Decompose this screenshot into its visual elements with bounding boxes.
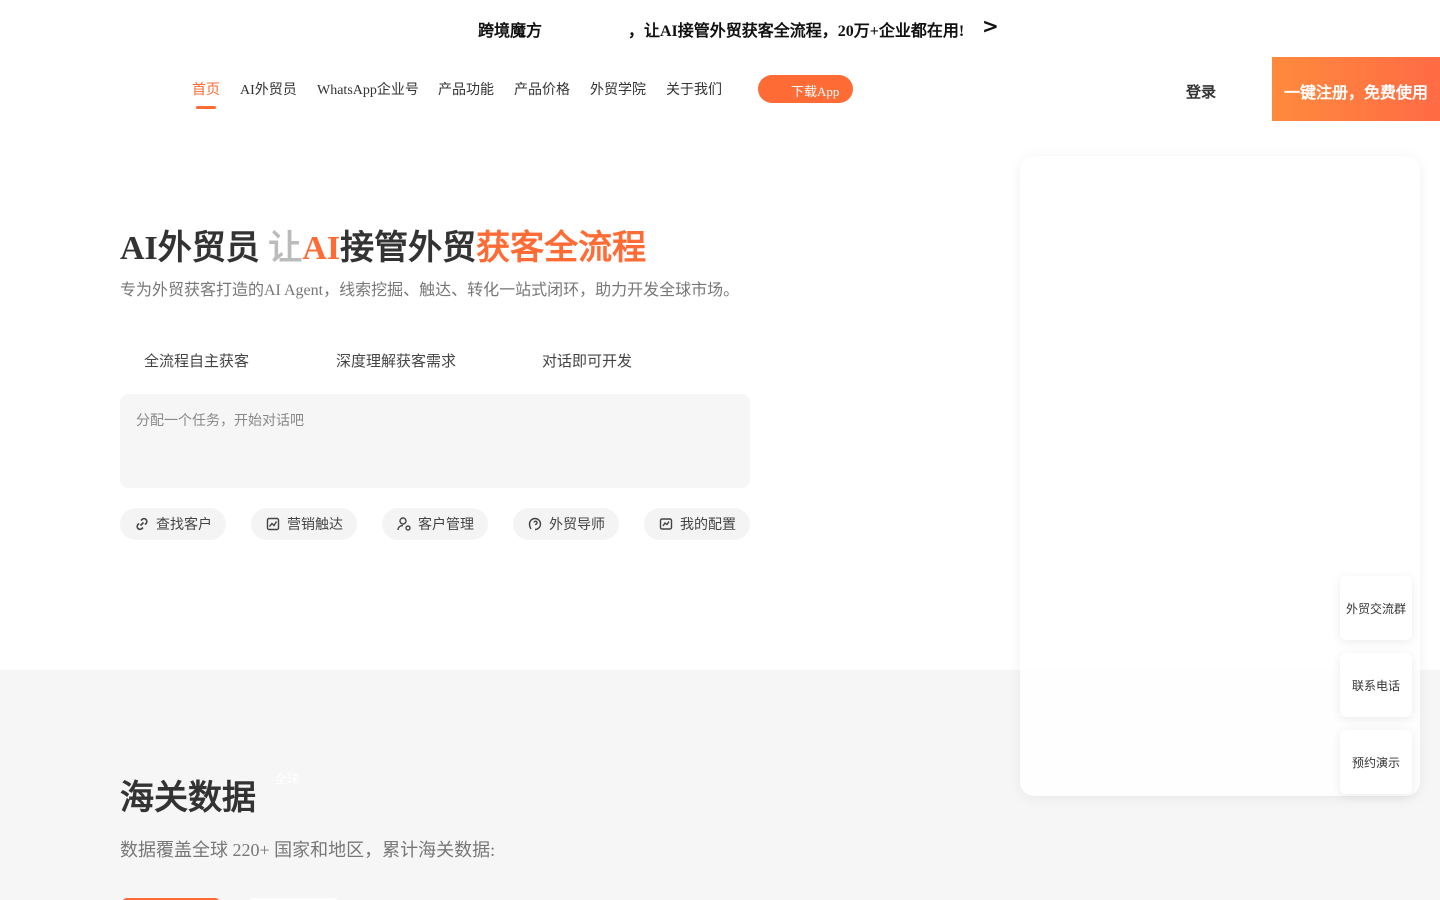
- nav-item-home[interactable]: 首页: [192, 79, 220, 99]
- chip-marketing[interactable]: 营销触达: [251, 508, 357, 540]
- nav-item-features[interactable]: 产品功能: [438, 79, 494, 99]
- announcement-brand: 跨境魔方: [478, 23, 543, 40]
- chip-label: 我的配置: [680, 518, 736, 533]
- customs-title: 海关数据: [120, 780, 256, 817]
- nav-item-about[interactable]: 关于我们: [666, 79, 722, 99]
- customs-ghost-label: 全球: [275, 772, 300, 786]
- float-button-demo[interactable]: 预约演示: [1340, 730, 1412, 794]
- feature-understanding: 深度理解获客需求: [336, 354, 457, 370]
- float-button-phone[interactable]: 联系电话: [1340, 653, 1412, 717]
- chevron-right-icon[interactable]: >: [982, 14, 999, 38]
- nav-item-pricing[interactable]: 产品价格: [514, 79, 570, 99]
- hero-title-accent: 获客全流程: [476, 230, 647, 267]
- chip-mentor[interactable]: 外贸导师: [513, 508, 619, 540]
- chip-label: 查找客户: [156, 518, 212, 533]
- customs-description: 数据覆盖全球 220+ 国家和地区，累计海关数据:: [120, 840, 496, 860]
- link-icon: [136, 517, 148, 531]
- announcement-bar[interactable]: 跨境魔方 ，让AI接管外贸获客全流程，20万+企业都在用! >: [0, 0, 1440, 57]
- register-label: 一键注册，免费使用: [1284, 85, 1429, 102]
- download-app-button[interactable]: 下载App: [758, 75, 853, 103]
- nav-item-whatsapp[interactable]: WhatsApp企业号: [317, 79, 419, 99]
- feature-autonomous: 全流程自主获客: [144, 354, 250, 370]
- task-input[interactable]: [120, 394, 750, 488]
- download-app-label: 下载App: [791, 84, 840, 99]
- hero-title-typing: 让: [268, 230, 303, 267]
- chart-icon: [266, 517, 280, 531]
- chip-find-customers[interactable]: 查找客户: [120, 508, 226, 540]
- login-link[interactable]: 登录: [1186, 81, 1216, 102]
- chip-label: 营销触达: [287, 518, 343, 533]
- mentor-icon: [528, 517, 542, 531]
- hero-subtitle: 专为外贸获客打造的AI Agent，线索挖掘、触达、转化一站式闭环，助力开发全球…: [120, 282, 740, 299]
- main-nav: 首页 AI外贸员 WhatsApp企业号 产品功能 产品价格 外贸学院 关于我们…: [0, 57, 1440, 121]
- nav-item-ai-agent[interactable]: AI外贸员: [240, 79, 297, 99]
- chip-label: 外贸导师: [549, 518, 605, 533]
- register-button[interactable]: 一键注册，免费使用: [1272, 57, 1440, 121]
- user-icon: [397, 517, 411, 531]
- hero-title-part2: 接管外贸: [340, 230, 477, 267]
- float-button-trade-group[interactable]: 外贸交流群: [1340, 576, 1412, 640]
- announcement-message: ，让AI接管外贸获客全流程，20万+企业都在用!: [628, 23, 965, 40]
- hero-title: AI外贸员 让AI接管外贸获客全流程: [120, 220, 646, 269]
- feature-dialogue: 对话即可开发: [542, 354, 633, 370]
- nav-active-indicator: [196, 106, 216, 109]
- chip-label: 客户管理: [418, 518, 474, 533]
- hero-title-ai: AI: [302, 230, 341, 267]
- chip-my-config[interactable]: 我的配置: [644, 508, 750, 540]
- config-icon: [659, 518, 673, 530]
- nav-item-academy[interactable]: 外贸学院: [590, 79, 646, 99]
- chip-customer-management[interactable]: 客户管理: [382, 508, 488, 540]
- hero-title-part1: AI外贸员: [120, 230, 260, 267]
